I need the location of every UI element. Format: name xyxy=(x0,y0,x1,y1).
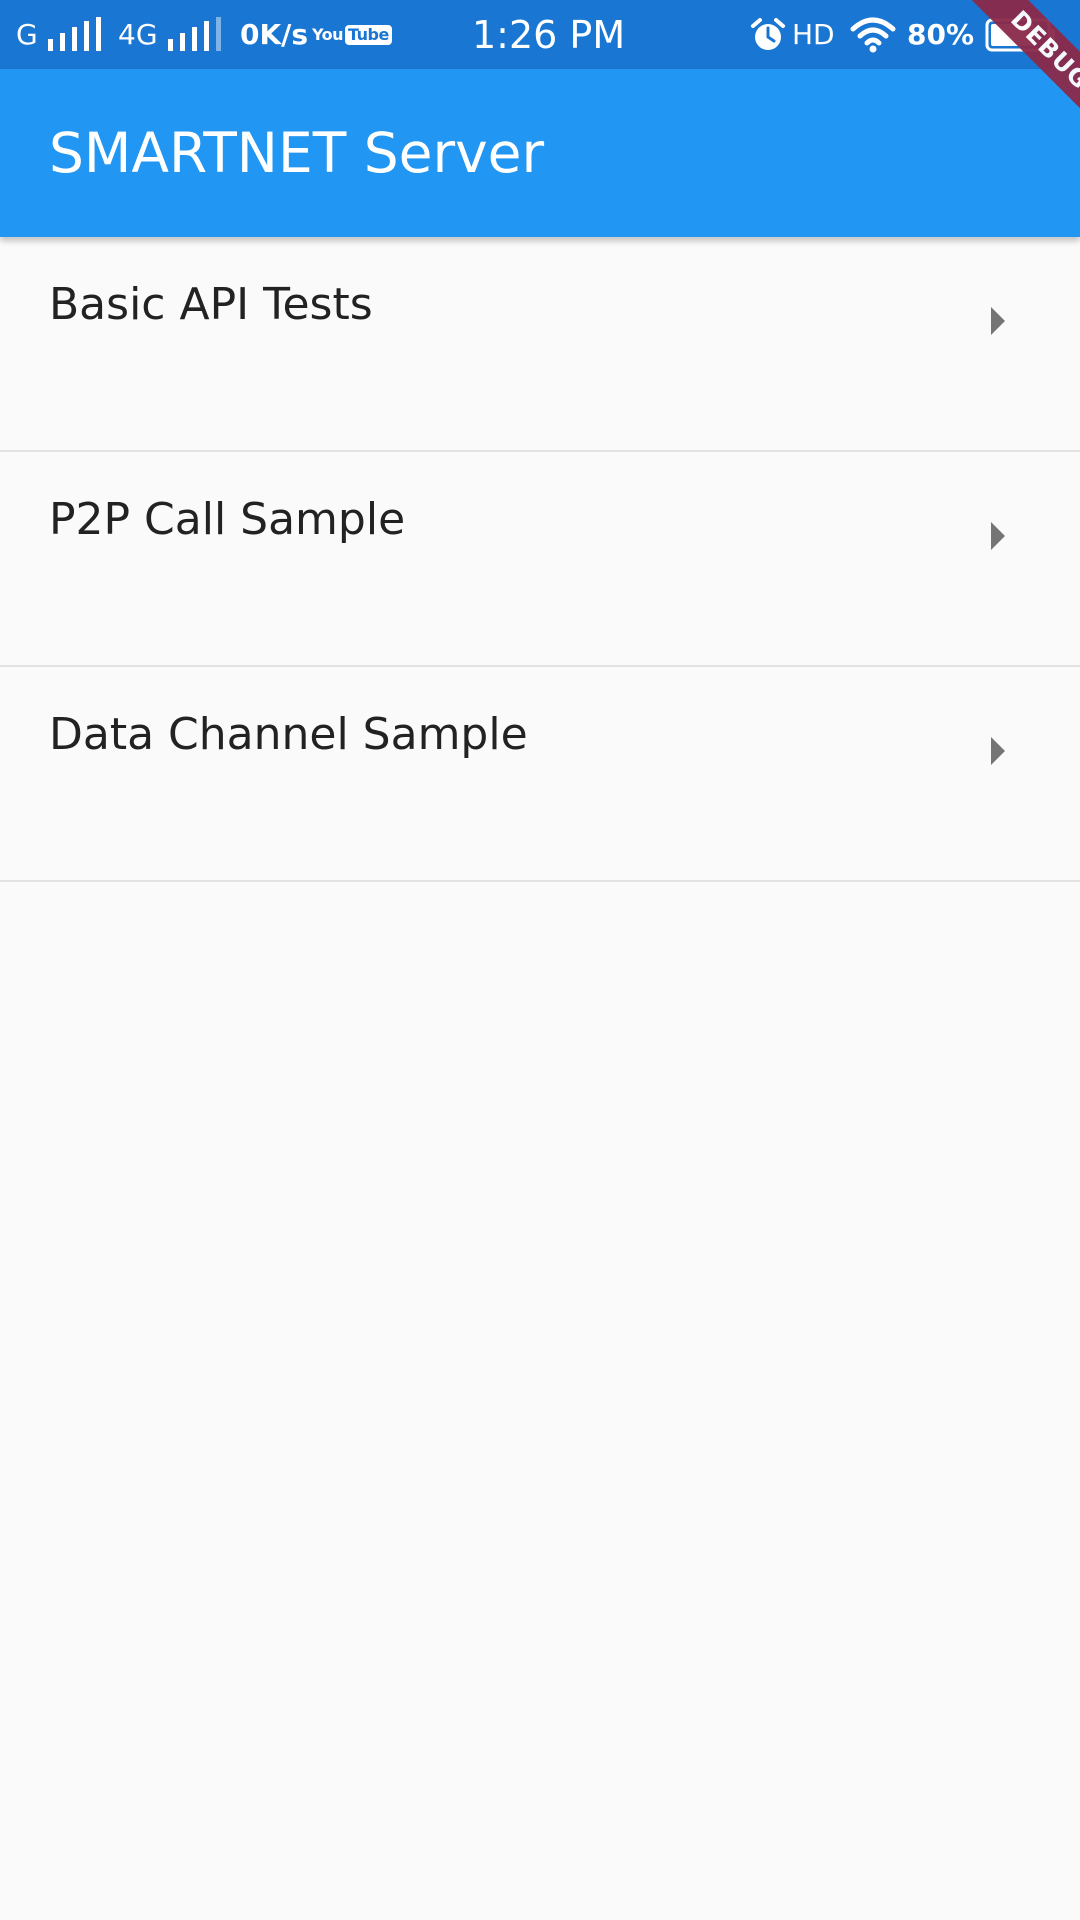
youtube-icon: You Tube xyxy=(312,0,392,69)
list-item-label: Data Channel Sample xyxy=(49,709,528,760)
list-item-label: P2P Call Sample xyxy=(49,494,406,545)
battery-percent: 80% xyxy=(907,0,974,69)
list-item-p2p-call-sample[interactable]: P2P Call Sample xyxy=(0,452,1080,667)
clock: 1:26 PM xyxy=(472,0,625,69)
youtube-logo: You Tube xyxy=(312,24,392,45)
page-title: SMARTNET Server xyxy=(49,121,545,185)
network-type-1-label: G xyxy=(16,18,38,51)
app-screen: G 4G 0K/s You Tube 1:26 PM HD 80% DEBUG … xyxy=(0,0,1080,1920)
list-item-label: Basic API Tests xyxy=(49,279,373,330)
status-bar: G 4G 0K/s You Tube 1:26 PM HD 80% xyxy=(0,0,1080,69)
network-type-1: G xyxy=(16,0,38,69)
list-item-basic-api-tests[interactable]: Basic API Tests xyxy=(0,237,1080,452)
list-item-data-channel-sample[interactable]: Data Channel Sample xyxy=(0,667,1080,882)
hd-label: HD xyxy=(792,18,835,51)
hd-indicator: HD xyxy=(792,0,835,69)
app-bar: SMARTNET Server xyxy=(0,69,1080,237)
youtube-logo-tube: Tube xyxy=(345,24,392,45)
network-type-2: 4G xyxy=(118,0,158,69)
signal-icon xyxy=(48,0,104,69)
signal-icon xyxy=(168,0,224,69)
youtube-logo-you: You xyxy=(312,25,344,44)
chevron-right-icon xyxy=(991,307,1005,335)
chevron-right-icon xyxy=(991,737,1005,765)
wifi-icon xyxy=(850,0,896,69)
sample-list: Basic API Tests P2P Call Sample Data Cha… xyxy=(0,237,1080,882)
clock-time: 1:26 PM xyxy=(472,12,626,57)
battery-percent-label: 80% xyxy=(907,18,975,51)
chevron-right-icon xyxy=(991,522,1005,550)
network-speed: 0K/s xyxy=(240,0,308,69)
alarm-icon xyxy=(750,0,786,69)
network-speed-label: 0K/s xyxy=(240,18,309,51)
network-type-2-label: 4G xyxy=(118,18,158,51)
